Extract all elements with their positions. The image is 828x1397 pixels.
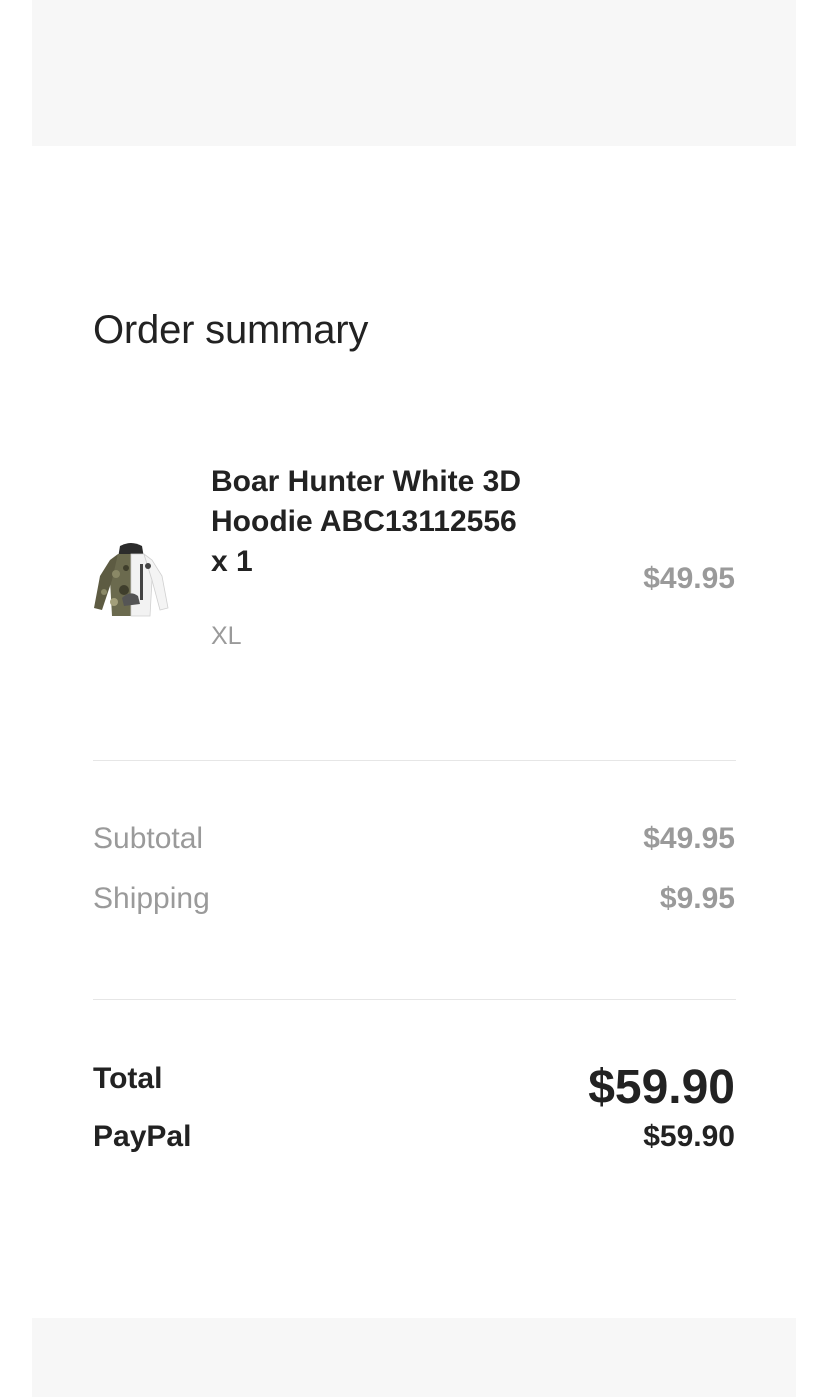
item-name: Boar Hunter White 3D Hoodie ABC13112556 …	[211, 465, 522, 578]
hoodie-thumbnail-image	[92, 540, 170, 620]
bottom-panel	[32, 1318, 796, 1397]
shipping-value: $9.95	[659, 882, 735, 915]
divider	[93, 760, 736, 761]
subtotal-value: $49.95	[643, 822, 735, 855]
top-panel	[32, 0, 796, 146]
checkout-page: Order summary Boar Hunter White 3D Hoodi…	[0, 0, 828, 1397]
subtotal-label: Subtotal	[93, 822, 204, 855]
payment-amount: $59.90	[643, 1120, 735, 1153]
order-summary-title: Order summary	[93, 308, 369, 352]
payment-method-label: PayPal	[93, 1120, 192, 1153]
total-value: $59.90	[588, 1061, 735, 1114]
divider	[93, 999, 736, 1000]
item-price: $49.95	[643, 562, 735, 595]
shipping-label: Shipping	[93, 882, 210, 915]
total-label: Total	[93, 1062, 163, 1095]
item-variant: XL	[211, 622, 242, 650]
